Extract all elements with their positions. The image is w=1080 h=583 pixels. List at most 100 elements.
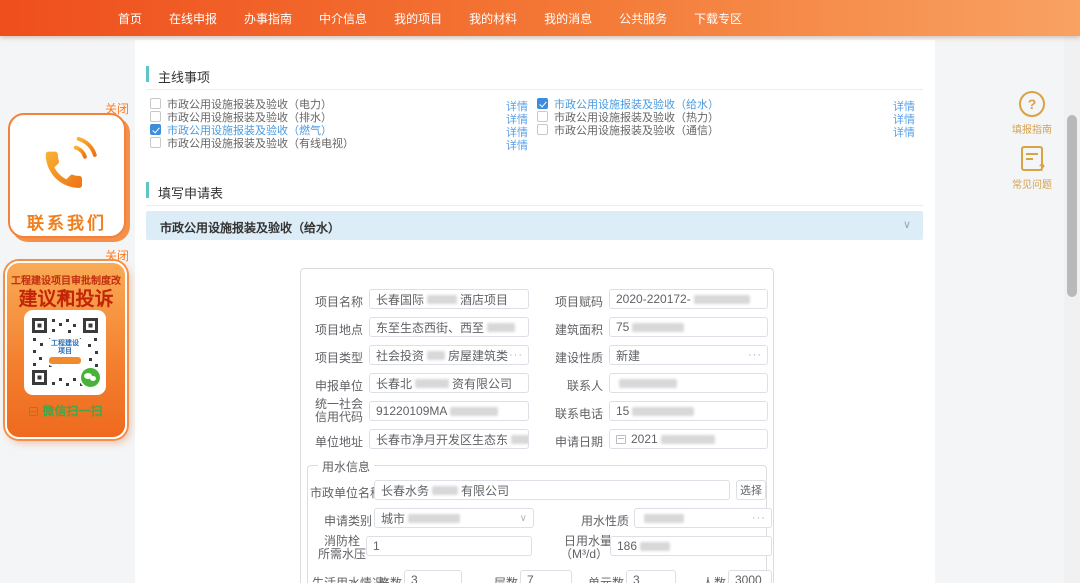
units-field[interactable]: 3	[626, 570, 676, 583]
field-text: 3000	[735, 573, 762, 583]
apply-type-select[interactable]: 城市 ∨	[374, 508, 534, 528]
people-label: 人数	[702, 574, 726, 583]
floors-field[interactable]: 7	[520, 570, 572, 583]
contact-person-field[interactable]	[609, 373, 768, 393]
matter-row-cable-tv: 市政公用设施报装及验收（有线电视）	[150, 136, 354, 149]
chevron-down-icon[interactable]: ∨	[903, 218, 911, 231]
redacted-text	[694, 295, 750, 304]
contact-us-title: 联系我们	[10, 209, 124, 234]
field-text: 75	[616, 320, 629, 334]
water-nature-field[interactable]: ···	[634, 508, 772, 528]
nav-item-online-apply[interactable]: 在线申报	[169, 10, 217, 27]
nav-item-download-zone[interactable]: 下载专区	[694, 10, 742, 27]
wechat-icon	[81, 368, 100, 387]
section-accent-bar	[146, 66, 149, 82]
field-text: 2021	[631, 432, 658, 446]
chevron-down-icon[interactable]: ∨	[520, 513, 527, 524]
credit-code-label-line2: 信用代码	[315, 408, 363, 425]
project-name-field[interactable]: 长春国际酒店项目	[369, 289, 529, 309]
checkbox-water-supply[interactable]	[537, 98, 548, 109]
checkbox-drainage[interactable]	[150, 111, 161, 122]
redacted-text	[450, 407, 498, 416]
nav-item-public-service[interactable]: 公共服务	[619, 10, 667, 27]
checkbox-telecom[interactable]	[537, 124, 548, 135]
detail-link-telecom[interactable]: 详情	[893, 124, 915, 140]
section-title: 主线事项	[158, 67, 210, 86]
select-button[interactable]: 选择	[736, 480, 766, 500]
section-main-matters: 主线事项	[146, 60, 923, 90]
water-nature-label: 用水性质	[581, 512, 629, 529]
unit-address-label: 单位地址	[307, 433, 363, 450]
qr-center-line2: 项目	[43, 348, 87, 356]
water-unit-name-field[interactable]: 长春水务有限公司	[374, 480, 730, 500]
build-nature-label: 建设性质	[547, 349, 603, 366]
guide-label[interactable]: 填报指南	[1006, 121, 1058, 136]
checkbox-gas[interactable]	[150, 124, 161, 135]
redacted-text	[511, 435, 529, 444]
page-root: 首页 在线申报 办事指南 中介信息 我的项目 我的材料 我的消息 公共服务 下载…	[0, 0, 1080, 583]
field-text: 15	[616, 404, 629, 418]
question-circle-icon[interactable]: ?	[1019, 91, 1045, 117]
nav-item-guide[interactable]: 办事指南	[244, 10, 292, 27]
complaint-qr-card[interactable]: 工程建设项目审批制度改革 建议和投诉 工程建设 项目	[5, 261, 127, 439]
declare-unit-label: 申报单位	[307, 377, 363, 394]
accordion-title: 市政公用设施报装及验收（给水）	[160, 219, 340, 236]
build-area-label: 建筑面积	[547, 321, 603, 338]
qr-center-line1: 工程建设	[43, 334, 87, 348]
declare-unit-field[interactable]: 长春北资有限公司	[369, 373, 529, 393]
nav-item-agency-info[interactable]: 中介信息	[319, 10, 367, 27]
top-navbar: 首页 在线申报 办事指南 中介信息 我的项目 我的材料 我的消息 公共服务 下载…	[0, 0, 1080, 36]
calendar-icon	[616, 435, 626, 444]
nav-item-my-materials[interactable]: 我的材料	[469, 10, 517, 27]
more-icon[interactable]: ···	[748, 349, 762, 361]
nav-item-home[interactable]: 首页	[118, 10, 142, 27]
redacted-text	[632, 407, 694, 416]
daily-usage-field[interactable]: 186	[610, 536, 772, 556]
redacted-text	[632, 323, 684, 332]
nav-item-my-projects[interactable]: 我的项目	[394, 10, 442, 27]
build-area-field[interactable]: 75	[609, 317, 768, 337]
field-text: 新建	[616, 347, 640, 364]
redacted-text	[408, 514, 460, 523]
apply-date-field[interactable]: 2021	[609, 429, 768, 449]
apply-type-label: 申请类别	[324, 512, 372, 529]
project-type-field[interactable]: 社会投资房屋建筑类 ···	[369, 345, 529, 365]
phone-field[interactable]: 15	[609, 401, 768, 421]
field-text: 长春市净月开发区生态东	[376, 431, 508, 448]
nav-items: 首页 在线申报 办事指南 中介信息 我的项目 我的材料 我的消息 公共服务 下载…	[118, 0, 742, 36]
nav-item-my-messages[interactable]: 我的消息	[544, 10, 592, 27]
qr-center-label: 工程建设 项目	[43, 334, 87, 370]
unit-address-field[interactable]: 长春市净月开发区生态东	[369, 429, 529, 449]
accordion-water-supply[interactable]: 市政公用设施报装及验收（给水） ∨	[146, 211, 923, 240]
hydrant-pressure-field[interactable]: 1	[366, 536, 532, 556]
complaint-title-line2: 建议和投诉	[7, 284, 125, 311]
field-text: 城市	[381, 510, 405, 527]
checkbox-electric[interactable]	[150, 98, 161, 109]
section-accent-bar	[146, 182, 149, 198]
more-icon[interactable]: ···	[509, 349, 523, 361]
project-name-label: 项目名称	[307, 293, 363, 310]
people-field[interactable]: 3000	[728, 570, 772, 583]
hydrant-label-line2: 所需水压	[318, 545, 366, 562]
water-info-group: 用水信息 市政单位名称 长春水务有限公司 选择 申请类别 城市 ∨ 用水性质 ·…	[307, 465, 767, 583]
field-text: 东至生态西街、西至	[376, 319, 484, 336]
project-address-field[interactable]: 东至生态西街、西至	[369, 317, 529, 337]
contact-us-card[interactable]: 联系我们	[8, 113, 126, 238]
scrollbar-track[interactable]	[1064, 36, 1080, 583]
build-nature-field[interactable]: 新建 ···	[609, 345, 768, 365]
document-question-icon[interactable]: ?	[1021, 146, 1043, 171]
scrollbar-thumb[interactable]	[1067, 115, 1077, 297]
matter-row-telecom: 市政公用设施报装及验收（通信）	[537, 123, 719, 136]
detail-link-cable-tv[interactable]: 详情	[506, 137, 528, 153]
field-text: 2020-220172-	[616, 292, 691, 306]
checkbox-cable-tv[interactable]	[150, 137, 161, 148]
field-text: 房屋建筑类	[448, 347, 508, 364]
project-code-field[interactable]: 2020-220172-	[609, 289, 768, 309]
more-icon[interactable]: ···	[752, 512, 766, 524]
apply-date-label: 申请日期	[547, 433, 603, 450]
credit-code-field[interactable]: 91220109MA	[369, 401, 529, 421]
checkbox-heating[interactable]	[537, 111, 548, 122]
floors-label: 层数	[494, 574, 518, 583]
buildings-field[interactable]: 3	[404, 570, 462, 583]
faq-label[interactable]: 常见问题	[1006, 176, 1058, 191]
